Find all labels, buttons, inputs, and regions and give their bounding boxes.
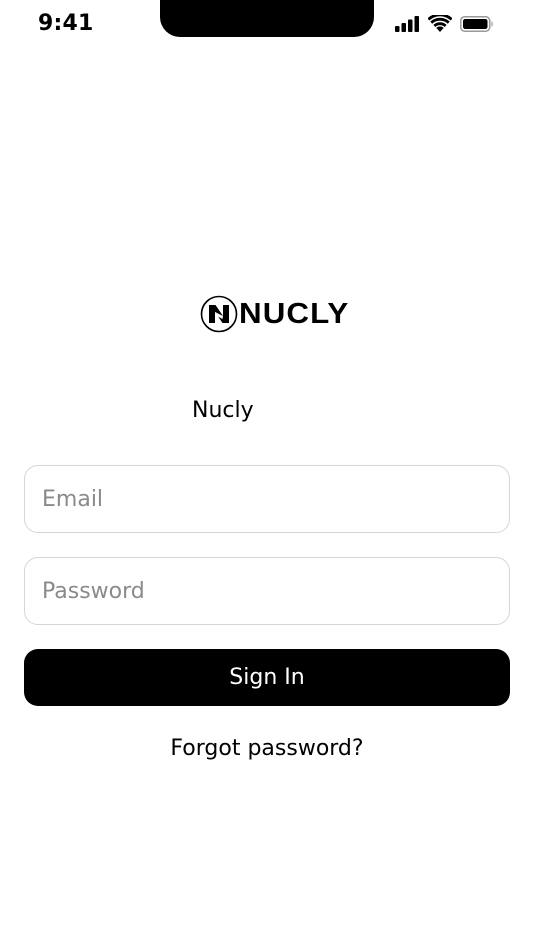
password-input[interactable] <box>25 558 509 624</box>
email-field-container <box>24 465 510 533</box>
login-screen: 9:41 NUCLY Nucly Email Sign In Forgot pa… <box>0 0 534 950</box>
wifi-icon <box>428 15 452 32</box>
logo-wordmark: NUCLY <box>239 297 350 330</box>
sign-in-button[interactable]: Sign In <box>24 649 510 706</box>
nucly-logo: NUCLY <box>200 294 348 334</box>
status-icons <box>395 15 494 32</box>
logo-mark-icon <box>200 295 238 333</box>
email-input[interactable] <box>25 466 509 532</box>
status-time: 9:41 <box>38 11 94 36</box>
device-notch <box>160 0 374 37</box>
battery-icon <box>460 15 493 32</box>
forgot-password-link[interactable]: Forgot password? <box>0 736 534 761</box>
cellular-signal-icon <box>395 15 419 32</box>
brand-name: Nucly <box>192 398 254 423</box>
password-field-container <box>24 557 510 625</box>
